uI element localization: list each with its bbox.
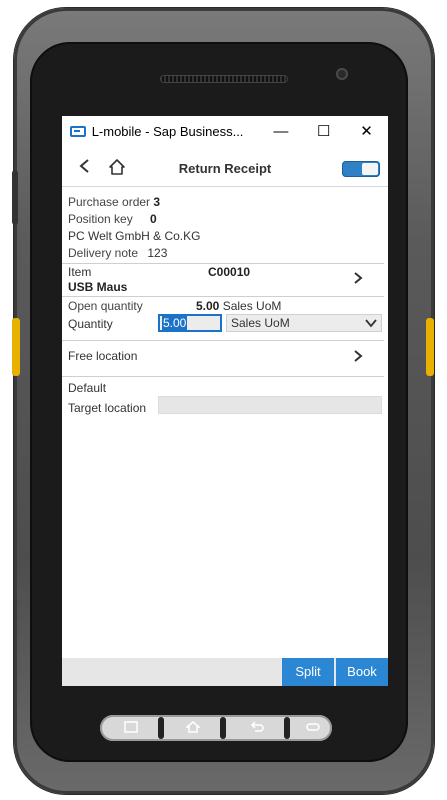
key-separator xyxy=(158,717,164,739)
divider xyxy=(62,340,384,341)
quantity-label: Quantity xyxy=(68,317,113,331)
nav-bar: Return Receipt xyxy=(62,150,388,187)
target-location-label: Target location xyxy=(68,401,147,415)
uom-select[interactable]: Sales UoM xyxy=(226,314,382,332)
divider xyxy=(62,296,384,297)
speaker-grille xyxy=(160,75,288,83)
app-screen: L-mobile - Sap Business... — ☐ ✕ Return … xyxy=(62,116,388,686)
uom-selected-value: Sales UoM xyxy=(231,316,290,330)
hardware-nav-keys xyxy=(100,715,332,741)
open-quantity-row: Open quantity xyxy=(68,298,143,314)
open-quantity-label: Open quantity xyxy=(68,299,143,313)
key-separator xyxy=(284,717,290,739)
camera-icon xyxy=(336,68,348,80)
quantity-input[interactable]: 5.00 xyxy=(158,314,222,332)
delivery-note-value: 123 xyxy=(147,246,168,260)
minimize-button[interactable]: — xyxy=(259,123,302,140)
open-quantity-value-group: 5.00 Sales UoM xyxy=(196,298,281,314)
book-button[interactable]: Book xyxy=(336,658,388,686)
menu-key-icon[interactable] xyxy=(124,721,138,733)
home-key-icon[interactable] xyxy=(186,721,200,733)
position-key-label: Position key xyxy=(68,212,133,226)
open-quantity-value: 5.00 xyxy=(196,299,220,313)
divider xyxy=(62,376,384,377)
purchase-order-row: Purchase order 3 xyxy=(68,194,160,210)
item-name: USB Maus xyxy=(68,280,128,294)
window-titlebar: L-mobile - Sap Business... — ☐ ✕ xyxy=(62,116,388,146)
item-code: C00010 xyxy=(208,265,251,279)
action-bar: Split Book xyxy=(62,658,388,686)
item-label: Item xyxy=(68,265,92,279)
window-title: L-mobile - Sap Business... xyxy=(91,123,244,139)
open-quantity-uom: Sales UoM xyxy=(222,299,282,313)
maximize-button[interactable]: ☐ xyxy=(302,122,345,140)
position-key-row: Position key 0 xyxy=(68,211,157,227)
delivery-note-row: Delivery note 123 xyxy=(68,245,167,261)
vendor-name: PC Welt GmbH & Co.KG xyxy=(68,229,201,243)
delivery-note-label: Delivery note xyxy=(68,246,139,260)
free-location-chevron-right-icon[interactable] xyxy=(352,350,364,362)
item-chevron-right-icon[interactable] xyxy=(352,272,364,284)
quantity-value: 5.00 xyxy=(162,316,188,330)
side-button xyxy=(12,170,18,225)
page-title: Return Receipt xyxy=(178,161,272,176)
position-key-value: 0 xyxy=(150,212,157,226)
key-separator xyxy=(220,717,226,739)
scan-key-right[interactable] xyxy=(426,318,434,376)
free-location-label[interactable]: Free location xyxy=(68,348,137,364)
chevron-down-icon xyxy=(365,319,377,328)
search-key-icon[interactable] xyxy=(306,721,320,733)
app-icon xyxy=(70,125,86,137)
mode-toggle[interactable] xyxy=(342,161,380,177)
purchase-order-label: Purchase order xyxy=(68,195,151,209)
toggle-knob xyxy=(362,163,378,175)
close-button[interactable]: ✕ xyxy=(345,122,388,140)
purchase-order-value: 3 xyxy=(153,195,161,209)
split-button[interactable]: Split xyxy=(282,658,334,686)
default-label: Default xyxy=(68,381,107,395)
target-location-input[interactable] xyxy=(158,396,382,414)
scan-key-left[interactable] xyxy=(12,318,20,376)
back-key-icon[interactable] xyxy=(250,721,264,733)
